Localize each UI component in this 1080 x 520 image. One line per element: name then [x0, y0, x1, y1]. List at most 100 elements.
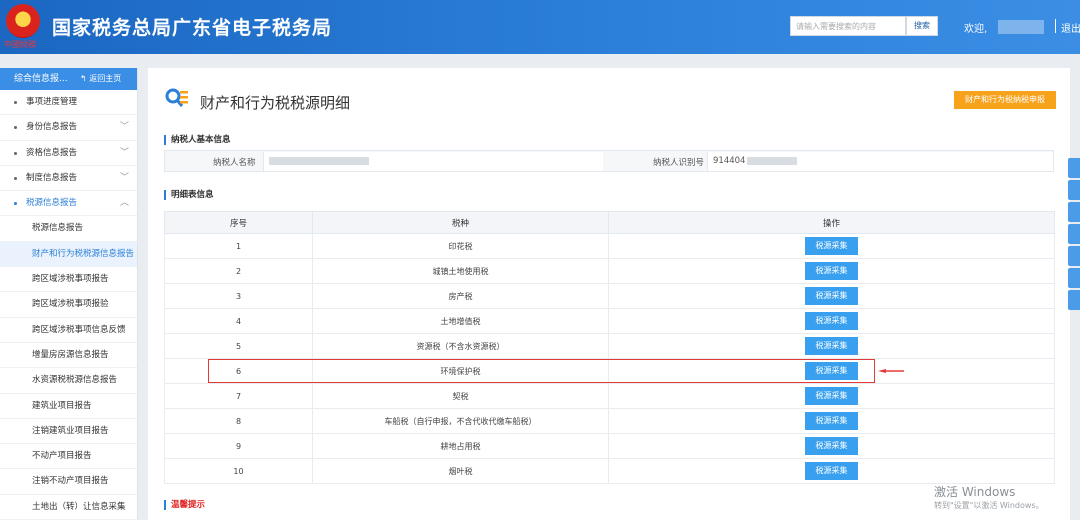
tool-top-icon[interactable]: [1068, 290, 1080, 310]
sidebar-item-label: 事项进度管理: [26, 97, 78, 107]
row-number: 3: [164, 283, 313, 309]
sidebar-item-label: 增量房房源信息报告: [32, 349, 109, 360]
taxpayer-name-label: 纳税人名称: [213, 158, 256, 168]
sidebar-item-label: 跨区域涉税事项信息反馈: [32, 324, 126, 335]
action-cell: 税源采集: [608, 258, 1055, 284]
sidebar-item[interactable]: 不动产项目报告: [0, 444, 137, 470]
bullet-icon: [14, 126, 17, 130]
sidebar-item[interactable]: 注销不动产项目报告: [0, 469, 137, 495]
sidebar-item[interactable]: 财产和行为税税源信息报告: [0, 241, 137, 268]
sidebar-item[interactable]: 建筑业项目报告: [0, 394, 137, 419]
collect-source-button[interactable]: 税源采集: [805, 337, 858, 355]
sidebar-item-label: 税源信息报告: [26, 198, 78, 209]
collect-source-button[interactable]: 税源采集: [805, 312, 858, 330]
table-row: 7 契税 税源采集: [164, 383, 1055, 409]
chevron-down-icon[interactable]: ﹀: [120, 115, 129, 140]
action-cell: 税源采集: [608, 308, 1055, 334]
collect-source-button[interactable]: 税源采集: [805, 287, 858, 305]
tool-refresh-icon[interactable]: [1068, 180, 1080, 200]
sidebar-item-label: 注销不动产项目报告: [32, 476, 109, 487]
top-header: 中國稅務 国家税务总局广东省电子税务局 请输入需要搜索的内容 搜索 欢迎, 退出: [0, 0, 1080, 54]
table-row: 10 烟叶税 税源采集: [164, 458, 1055, 484]
sidebar-item[interactable]: 跨区域涉税事项信息反馈: [0, 318, 137, 343]
taxpayer-info-row: 纳税人名称 纳税人识别号 914404: [164, 150, 1054, 172]
table-row: 3 房产税 税源采集: [164, 283, 1055, 309]
tool-list-icon[interactable]: [1068, 246, 1080, 266]
search-input[interactable]: 请输入需要搜索的内容: [790, 16, 906, 36]
collect-source-button[interactable]: 税源采集: [805, 387, 858, 405]
collect-source-button[interactable]: 税源采集: [805, 437, 858, 455]
tips-section-title: 温馨提示: [164, 500, 205, 510]
table-header-row: 序号 税种 操作: [164, 211, 1055, 234]
chevron-down-icon[interactable]: ﹀: [120, 166, 129, 191]
sidebar-item[interactable]: 土地出（转）让信息采集: [0, 495, 137, 520]
row-number: 2: [164, 258, 313, 284]
sidebar-menu: 事项进度管理 身份信息报告 ﹀ 资格信息报告 ﹀ 制度信息报告 ﹀ 税源信息报告 ︿ 税源信息报告…: [0, 90, 137, 520]
back-home-link[interactable]: ↰ 返回主页: [80, 68, 121, 90]
chevron-up-icon[interactable]: ︿: [120, 191, 129, 216]
sidebar-item[interactable]: 注销建筑业项目报告: [0, 419, 137, 445]
sidebar-item-label: 建筑业项目报告: [32, 400, 92, 411]
sidebar-item[interactable]: 制度信息报告 ﹀: [0, 166, 137, 192]
tax-type-name: 土地增值税: [312, 308, 609, 334]
collect-source-button[interactable]: 税源采集: [805, 237, 858, 255]
windows-activation-title: 激活 Windows: [934, 485, 1016, 499]
table-row: 8 车船税（自行申报，不含代收代缴车船税） 税源采集: [164, 408, 1055, 434]
sidebar-item[interactable]: 税源信息报告 ︿: [0, 191, 137, 217]
action-cell: 税源采集: [608, 283, 1055, 309]
tax-type-table: 序号 税种 操作 1 印花税 税源采集 2 城镇土地使用税 税源采集 3 房产税 税源采集 4 土地…: [164, 211, 1055, 484]
tool-document-icon[interactable]: [1068, 224, 1080, 244]
sidebar-item-label: 注销建筑业项目报告: [32, 425, 109, 436]
collect-source-button[interactable]: 税源采集: [805, 462, 858, 480]
tax-type-name: 资源税（不含水资源税）: [312, 333, 609, 359]
tax-type-name: 车船税（自行申报，不含代收代缴车船税）: [312, 408, 609, 434]
sidebar-item[interactable]: 事项进度管理: [0, 90, 137, 116]
tool-form-icon[interactable]: [1068, 268, 1080, 288]
sidebar-item-label: 跨区域涉税事项报验: [32, 299, 109, 310]
main-panel: 财产和行为税税源明细 财产和行为税纳税申报 纳税人基本信息 纳税人名称 纳税人识…: [148, 68, 1070, 520]
tool-chat-icon[interactable]: [1068, 158, 1080, 178]
taxpayer-id-label: 纳税人识别号: [653, 158, 705, 168]
bullet-icon: [14, 101, 17, 104]
action-cell: 税源采集: [608, 333, 1055, 359]
col-header-no: 序号: [164, 211, 313, 234]
sidebar-item[interactable]: 资格信息报告 ﹀: [0, 141, 137, 166]
tax-emblem-logo: [6, 4, 40, 38]
taxpayer-id-text: 914404: [713, 156, 746, 166]
detail-section-title: 明细表信息: [164, 190, 214, 200]
tax-type-name: 耕地占用税: [312, 433, 609, 459]
collect-source-button[interactable]: 税源采集: [805, 262, 858, 280]
sidebar-item-label: 财产和行为税税源信息报告: [32, 248, 135, 259]
declare-button[interactable]: 财产和行为税纳税申报: [954, 91, 1056, 109]
table-row: 1 印花税 税源采集: [164, 233, 1055, 259]
sidebar-item-label: 跨区域涉税事项报告: [32, 274, 109, 285]
sidebar-item[interactable]: 增量房房源信息报告: [0, 343, 137, 369]
chevron-down-icon[interactable]: ﹀: [120, 141, 129, 166]
row-number: 9: [164, 433, 313, 459]
sidebar-item-label: 不动产项目报告: [32, 451, 92, 462]
tool-eye-icon[interactable]: [1068, 202, 1080, 222]
collect-source-button[interactable]: 税源采集: [805, 412, 858, 430]
username-redacted: [998, 20, 1044, 34]
sidebar-title[interactable]: 综合信息报...: [14, 74, 68, 84]
sidebar-item[interactable]: 身份信息报告 ﹀: [0, 115, 137, 141]
taxpayer-id-value: 914404: [707, 152, 1053, 171]
sidebar-item[interactable]: 税源信息报告: [0, 216, 137, 242]
sidebar-item[interactable]: 跨区域涉税事项报告: [0, 267, 137, 293]
floating-toolbar: [1068, 158, 1080, 312]
site-title: 国家税务总局广东省电子税务局: [52, 17, 333, 39]
tax-type-name: 印花税: [312, 233, 609, 259]
sidebar-item[interactable]: 跨区域涉税事项报验: [0, 292, 137, 318]
table-row: 5 资源税（不含水资源税） 税源采集: [164, 333, 1055, 359]
logout-link[interactable]: 退出: [1061, 20, 1080, 35]
page-title: 财产和行为税税源明细: [200, 94, 351, 112]
search-button[interactable]: 搜索: [906, 16, 938, 36]
sidebar-item[interactable]: 水资源税税源信息报告: [0, 368, 137, 394]
table-row: 4 土地增值税 税源采集: [164, 308, 1055, 334]
sidebar-item-label: 土地出（转）让信息采集: [32, 501, 126, 512]
row-number: 7: [164, 383, 313, 409]
windows-activation-hint: 转到"设置"以激活 Windows。: [934, 501, 1044, 510]
action-cell: 税源采集: [608, 408, 1055, 434]
taxpayer-name-value: [263, 152, 603, 171]
sidebar-item-label: 资格信息报告: [26, 147, 78, 158]
